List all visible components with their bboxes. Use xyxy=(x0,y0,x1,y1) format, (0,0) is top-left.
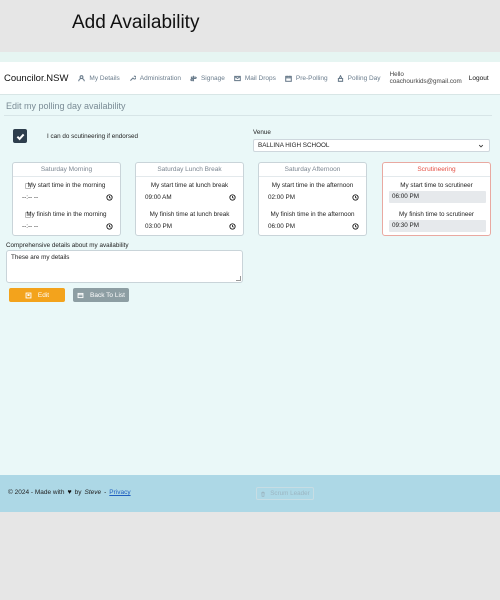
start-time-label: My start time at lunch break xyxy=(150,182,229,189)
start-time-label: My start time in the morning xyxy=(27,182,106,189)
clock-icon[interactable] xyxy=(352,223,359,230)
nav-item-administration[interactable]: Administration xyxy=(129,75,181,82)
navbar: Councilor.NSW My Details Administration … xyxy=(0,62,500,95)
nav-item-label: Mail Drops xyxy=(244,74,276,82)
scrum-leader-label: Scrum Leader xyxy=(270,490,310,497)
afternoon-finish-time-input[interactable]: 06:00 PM xyxy=(265,221,362,233)
time-value: 06:00 PM xyxy=(268,223,295,230)
card-title: Scrutineering xyxy=(383,163,490,177)
page-heading: Add Availability xyxy=(72,12,200,33)
card-scrutineering: Scrutineering My start time to scrutinee… xyxy=(382,162,491,236)
envelope-icon xyxy=(233,75,241,81)
time-value: 09:30 PM xyxy=(392,222,419,229)
bottom-band xyxy=(0,512,500,600)
clock-icon[interactable] xyxy=(106,223,113,230)
form-title: Edit my polling day availability xyxy=(6,101,126,111)
finish-time-label: My finish time at lunch break xyxy=(149,211,230,218)
details-label: Comprehensive details about my availabil… xyxy=(6,242,129,249)
scrum-leader-button[interactable]: Scrum Leader xyxy=(256,487,314,500)
privacy-link[interactable]: Privacy xyxy=(109,489,130,496)
nav-item-label: Pre-Polling xyxy=(295,74,328,82)
scrutineer-checkbox-label: I can do scutineering if endorsed xyxy=(47,133,139,140)
time-value: 03:00 PM xyxy=(145,223,172,230)
time-value: --:-- -- xyxy=(22,223,39,230)
finish-time-label: My finish time to scrutineer xyxy=(399,211,474,218)
nav-item-label: My Details xyxy=(89,74,120,82)
footer-separator: - xyxy=(104,489,107,496)
start-time-label: My start time to scrutineer xyxy=(400,182,473,189)
finish-time-label: My finish time in the morning xyxy=(26,211,107,218)
clock-icon[interactable] xyxy=(106,194,113,201)
scrutineer-finish-time-value: 09:30 PM xyxy=(389,220,486,232)
edit-icon xyxy=(25,292,32,298)
venue-select[interactable]: BALLINA HIGH SCHOOL xyxy=(253,139,490,152)
by-text: by xyxy=(74,489,82,496)
list-icon xyxy=(77,292,84,298)
author-name: Steve xyxy=(84,489,102,496)
lunch-finish-time-input[interactable]: 03:00 PM xyxy=(142,221,239,233)
copyright-text: © 2024 - Made with xyxy=(8,489,65,496)
scrutineer-start-time-value: 06:00 PM xyxy=(389,191,486,203)
chevron-down-icon xyxy=(478,143,484,149)
scrutineer-checkbox[interactable] xyxy=(13,129,27,143)
user-icon xyxy=(78,74,86,81)
afternoon-start-time-input[interactable]: 02:00 PM xyxy=(265,192,362,204)
lunch-start-time-input[interactable]: 09:00 AM xyxy=(142,192,239,204)
edit-button-label: Edit xyxy=(37,291,50,299)
signpost-icon xyxy=(189,75,197,81)
clock-icon[interactable] xyxy=(352,194,359,201)
nav-item-label: Signage xyxy=(200,74,225,82)
user-greeting[interactable]: Hello coachourkids@gmail.com xyxy=(390,71,462,85)
details-value: These are my details xyxy=(11,254,70,261)
brand-logo[interactable]: Councilor.NSW xyxy=(4,73,68,84)
clock-icon[interactable] xyxy=(229,223,236,230)
resize-handle[interactable] xyxy=(236,276,241,281)
wrench-icon xyxy=(129,75,136,81)
footer: © 2024 - Made with ♥ by Steve - Privacy … xyxy=(0,475,500,512)
main-content: Edit my polling day availability I can d… xyxy=(0,95,500,475)
nav-item-signage[interactable]: Signage xyxy=(189,74,225,82)
nav-item-label: Administration xyxy=(139,74,181,82)
card-saturday-afternoon: Saturday Afternoon My start time in the … xyxy=(258,162,367,236)
back-to-list-button[interactable]: Back To List xyxy=(73,288,129,302)
card-title: Saturday Lunch Break xyxy=(136,163,243,177)
venue-value: BALLINA HIGH SCHOOL xyxy=(258,142,330,149)
time-value: --:-- -- xyxy=(22,194,39,201)
time-value: 09:00 AM xyxy=(145,194,172,201)
edit-button[interactable]: Edit xyxy=(9,288,65,302)
nav-item-label: Polling Day xyxy=(347,74,381,82)
checkmark-icon xyxy=(16,133,24,140)
nav-item-my-details[interactable]: My Details xyxy=(78,74,120,82)
clock-icon[interactable] xyxy=(229,194,236,201)
back-button-label: Back To List xyxy=(90,291,125,299)
trash-icon xyxy=(261,491,266,497)
calendar-icon xyxy=(285,75,292,82)
venue-label: Venue xyxy=(253,129,271,136)
nav-user-area: Hello coachourkids@gmail.com Logout xyxy=(390,71,499,85)
finish-time-label: My finish time in the afternoon xyxy=(270,211,355,218)
time-value: 02:00 PM xyxy=(268,194,295,201)
card-title: Saturday Afternoon xyxy=(259,163,366,177)
details-textarea[interactable]: These are my details xyxy=(6,250,243,283)
nav-item-pre-polling[interactable]: Pre-Polling xyxy=(285,75,328,82)
nav-item-mail-drops[interactable]: Mail Drops xyxy=(233,74,276,82)
heart-icon: ♥ xyxy=(67,489,72,496)
nav-item-polling-day[interactable]: Polling Day xyxy=(337,74,381,82)
card-title: Saturday Morning xyxy=(13,163,120,177)
morning-start-time-input[interactable]: --:-- -- xyxy=(19,192,116,204)
footer-credits: © 2024 - Made with ♥ by Steve - Privacy xyxy=(8,489,131,496)
decorative-strip xyxy=(0,52,500,62)
logout-link[interactable]: Logout xyxy=(469,75,489,82)
title-divider xyxy=(4,115,492,116)
card-saturday-lunch-break: Saturday Lunch Break My start time at lu… xyxy=(135,162,244,236)
ballot-icon xyxy=(337,74,343,82)
time-value: 06:00 PM xyxy=(392,193,419,200)
morning-finish-time-input[interactable]: --:-- -- xyxy=(19,221,116,233)
start-time-label: My start time in the afternoon xyxy=(271,182,354,189)
card-saturday-morning: Saturday Morning My start time in the mo… xyxy=(12,162,121,236)
